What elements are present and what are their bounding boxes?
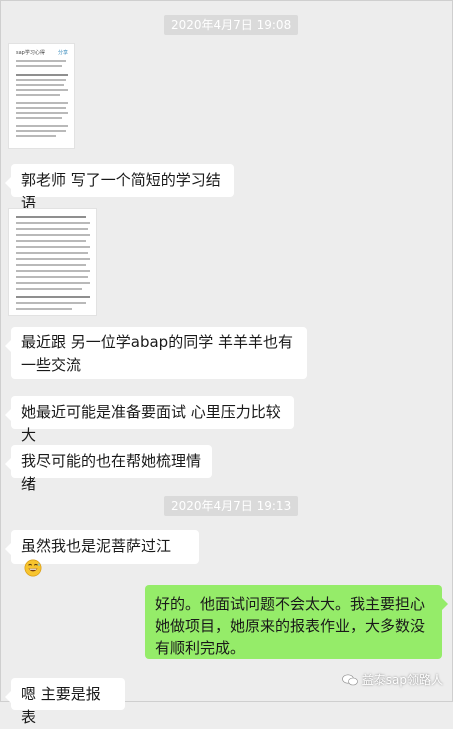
document-title: sap学习心得 xyxy=(16,50,45,56)
document-badge: 分享 xyxy=(57,50,68,56)
document-image-message[interactable] xyxy=(8,208,97,316)
message-bubble[interactable]: 我尽可能的也在帮她梳理情绪 xyxy=(5,445,212,493)
timestamp: 2020年4月7日 19:08 xyxy=(164,15,299,35)
message-bubble[interactable]: 嗯 主要是报表 xyxy=(5,678,125,726)
message-bubble[interactable]: 郭老师 写了一个简短的学习结语 xyxy=(5,164,234,212)
message-bubble-self[interactable]: 好的。他面试问题不会太大。我主要担心她做项目，她原来的报表作业，大多数没有顺利完… xyxy=(145,585,448,659)
message-bubble[interactable]: 最近跟 另一位学abap的同学 羊羊羊也有一些交流 xyxy=(5,327,307,379)
message-bubble[interactable]: 虽然我也是泥菩萨过江 xyxy=(5,530,199,577)
watermark-text: 益泰sap领路人 xyxy=(361,673,443,687)
timestamp: 2020年4月7日 19:13 xyxy=(164,496,299,516)
document-image-message[interactable]: sap学习心得 分享 xyxy=(8,43,75,149)
grinning-sweat-emoji xyxy=(24,559,42,577)
wechat-logo-icon xyxy=(341,674,358,685)
watermark: 益泰sap领路人 xyxy=(341,671,443,688)
message-bubble[interactable]: 她最近可能是准备要面试 心里压力比较大 xyxy=(5,396,294,444)
message-text: 虽然我也是泥菩萨过江 xyxy=(21,537,172,555)
